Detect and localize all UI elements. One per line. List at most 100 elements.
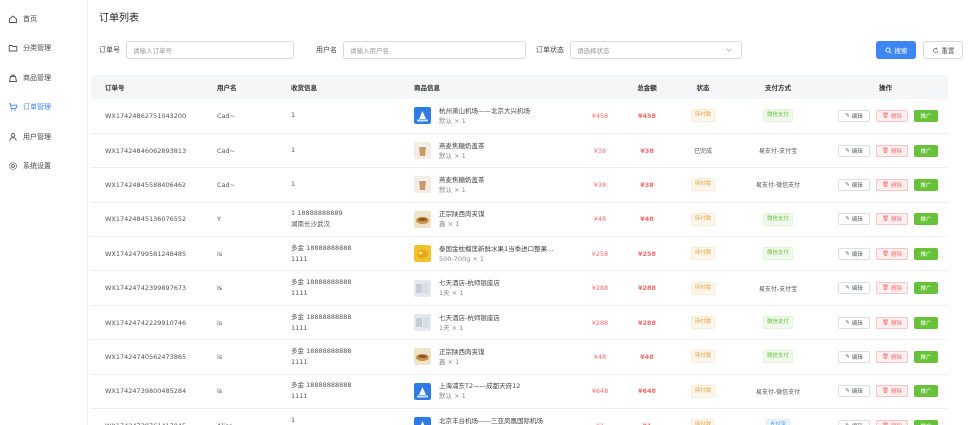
status-badge: 待付款 (690, 419, 716, 425)
trash-icon: 🗑 (882, 181, 889, 188)
delete-button[interactable]: 🗑删除 (876, 350, 908, 363)
address-line2: 1111 (291, 323, 308, 332)
sidebar-item-2[interactable]: 商品管理 (0, 63, 87, 93)
promote-label: 推广 (920, 217, 932, 224)
delete-button[interactable]: 🗑删除 (876, 213, 908, 226)
edit-button[interactable]: ✎编辑 (838, 213, 870, 226)
promote-button[interactable]: 推广 (914, 144, 938, 157)
promote-button[interactable]: 推广 (914, 316, 938, 329)
unit-price: ¥648 (579, 374, 621, 410)
username-input[interactable]: 请输入用户名 (343, 41, 526, 59)
actions-cell: ✎编辑 🗑删除 推广 (823, 133, 948, 169)
username: is (203, 270, 277, 306)
edit-label: 编辑 (851, 354, 863, 361)
product-cell: 燕麦焦糖奶盖茶 默认 × 1 (400, 167, 579, 203)
delete-button[interactable]: 🗑删除 (876, 385, 908, 398)
address-line1: 1 (291, 180, 296, 189)
search-icon (884, 46, 892, 54)
status-select[interactable]: 请选择状态 (570, 41, 742, 59)
col-product: 商品信息 (414, 84, 440, 92)
sidebar-item-label: 商品管理 (23, 73, 51, 82)
promote-button[interactable]: 推广 (914, 385, 938, 398)
edit-button[interactable]: ✎编辑 (838, 350, 870, 363)
promote-button[interactable]: 推广 (914, 109, 938, 122)
delete-label: 删除 (890, 354, 902, 361)
status-cell: 待付款 (673, 236, 733, 272)
edit-button[interactable]: ✎编辑 (838, 144, 870, 157)
delete-button[interactable]: 🗑删除 (876, 419, 908, 425)
payment-method: 微信支付 (762, 316, 793, 330)
table-row: WX17424845136076552 Y 1 18888888889 湖南长沙武汉 正… (91, 202, 948, 238)
sidebar-item-1[interactable]: 分类管理 (0, 34, 87, 64)
edit-button[interactable]: ✎编辑 (838, 316, 870, 329)
payment-method: 易支付-支付宝 (758, 148, 798, 156)
trash-icon: 🗑 (882, 388, 889, 395)
status-cell: 待付款 (673, 167, 733, 203)
sidebar-item-5[interactable]: 系统设置 (0, 152, 87, 182)
col-address: 收货信息 (291, 84, 317, 92)
sidebar-item-4[interactable]: 用户管理 (0, 122, 87, 152)
promote-button[interactable]: 推广 (914, 350, 938, 363)
table-row: WX17424845588406462 Cad~ 1 燕麦焦糖奶盖茶 默认 × 1 ¥38… (91, 167, 948, 203)
product-spec: 默认 × 1 (439, 185, 466, 194)
refresh-icon (932, 47, 938, 53)
address: 多金 18888888888 1111 (277, 270, 400, 306)
status-badge: 待付款 (690, 350, 716, 364)
product-thumbnail (414, 142, 431, 160)
username: Alice (203, 408, 277, 425)
delete-button[interactable]: 🗑删除 (876, 109, 908, 122)
cart-icon (9, 103, 18, 111)
product-cell: 北京丰台机场——三亚凤凰国际机场合版网络 × 1 (400, 408, 579, 425)
product-thumbnail (414, 245, 431, 263)
promote-label: 推广 (920, 182, 932, 189)
unit-price: ¥48 (579, 339, 621, 375)
delete-button[interactable]: 🗑删除 (876, 247, 908, 260)
product-cell: 上海浦东T2——成都天府12 默认 × 1 (400, 374, 579, 410)
order-no-input[interactable]: 请输入订单号 (126, 41, 294, 59)
table-row: WX17424739761417045Alice11，。？北京丰台机场——三亚凤… (91, 408, 948, 425)
total-amount: ¥1 (621, 408, 673, 425)
promote-button[interactable]: 推广 (914, 419, 938, 425)
edit-button[interactable]: ✎编辑 (838, 109, 870, 122)
promote-label: 推广 (920, 320, 932, 327)
promote-button[interactable]: 推广 (914, 178, 938, 191)
status-cell: 待付款 (673, 374, 733, 410)
promote-button[interactable]: 推广 (914, 282, 938, 295)
search-button[interactable]: 搜索 (876, 41, 916, 59)
reset-button[interactable]: 重置 (923, 41, 963, 59)
unit-price: ¥288 (579, 270, 621, 306)
delete-button[interactable]: 🗑删除 (876, 144, 908, 157)
edit-button[interactable]: ✎编辑 (838, 282, 870, 295)
edit-button[interactable]: ✎编辑 (838, 247, 870, 260)
actions-cell: ✎编辑 🗑删除 推广 (823, 202, 948, 238)
order-no: WX17424739800485284 (91, 374, 203, 410)
payment-method: 易支付-支付宝 (758, 285, 798, 293)
promote-label: 推广 (920, 251, 932, 258)
sidebar-item-0[interactable]: 首页 (0, 4, 87, 34)
promote-button[interactable]: 推广 (914, 213, 938, 226)
address-line1: 1 (291, 415, 296, 424)
payment-method: 易支付-微信支付 (755, 182, 801, 190)
username: Cad~ (203, 167, 277, 203)
sidebar-item-label: 系统设置 (23, 162, 51, 171)
sidebar-item-3[interactable]: 订单管理 (0, 93, 87, 123)
total-amount: ¥48 (621, 339, 673, 375)
payment-method: 微信支付 (762, 212, 793, 226)
promote-button[interactable]: 推广 (914, 247, 938, 260)
delete-label: 删除 (890, 251, 902, 258)
edit-button[interactable]: ✎编辑 (838, 385, 870, 398)
delete-button[interactable]: 🗑删除 (876, 178, 908, 191)
product-thumbnail (414, 417, 431, 425)
delete-button[interactable]: 🗑删除 (876, 316, 908, 329)
product-name: 燕麦焦糖奶盖茶 (439, 141, 485, 150)
address-line1: 多金 18888888888 (291, 381, 352, 390)
delete-button[interactable]: 🗑删除 (876, 282, 908, 295)
status-cell: 待付款 (673, 270, 733, 306)
username: Cad~ (203, 99, 277, 134)
product-name: 北京丰台机场——三亚凤凰国际机场 (439, 416, 543, 425)
actions-cell: ✎编辑 🗑删除 推广 (823, 236, 948, 272)
edit-button[interactable]: ✎编辑 (838, 419, 870, 425)
username: is (203, 374, 277, 410)
username: is (203, 305, 277, 341)
edit-button[interactable]: ✎编辑 (838, 178, 870, 191)
